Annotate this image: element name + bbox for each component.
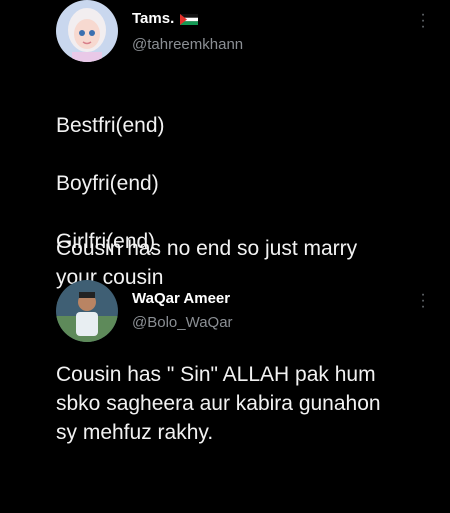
handle[interactable]: @Bolo_WaQar xyxy=(132,314,233,331)
palestine-flag-icon xyxy=(180,13,199,25)
tweet-line: Bestfri(end) xyxy=(56,114,165,137)
display-name[interactable]: Tams. xyxy=(132,10,199,27)
avatar[interactable] xyxy=(56,0,118,62)
more-options-icon[interactable]: · · · xyxy=(420,287,426,315)
avatar-image xyxy=(56,280,118,342)
handle[interactable]: @tahreemkhann xyxy=(132,36,243,53)
display-name-text: Tams. xyxy=(132,10,175,27)
avatar-image xyxy=(56,0,118,62)
display-name[interactable]: WaQar Ameer xyxy=(132,290,230,307)
more-options-icon[interactable]: · · · xyxy=(420,7,426,35)
tweet-line: Boyfri(end) xyxy=(56,172,159,195)
tweet-text: Cousin has " Sin" ALLAH pak hum sbko sag… xyxy=(56,363,381,444)
tweet-2: WaQar Ameer @Bolo_WaQar · · · Cousin has "… xyxy=(0,280,450,513)
tweet-1: Tams. @tahreemkhann · · · Bestfri(end) Boy… xyxy=(0,0,450,315)
avatar[interactable] xyxy=(56,280,118,342)
